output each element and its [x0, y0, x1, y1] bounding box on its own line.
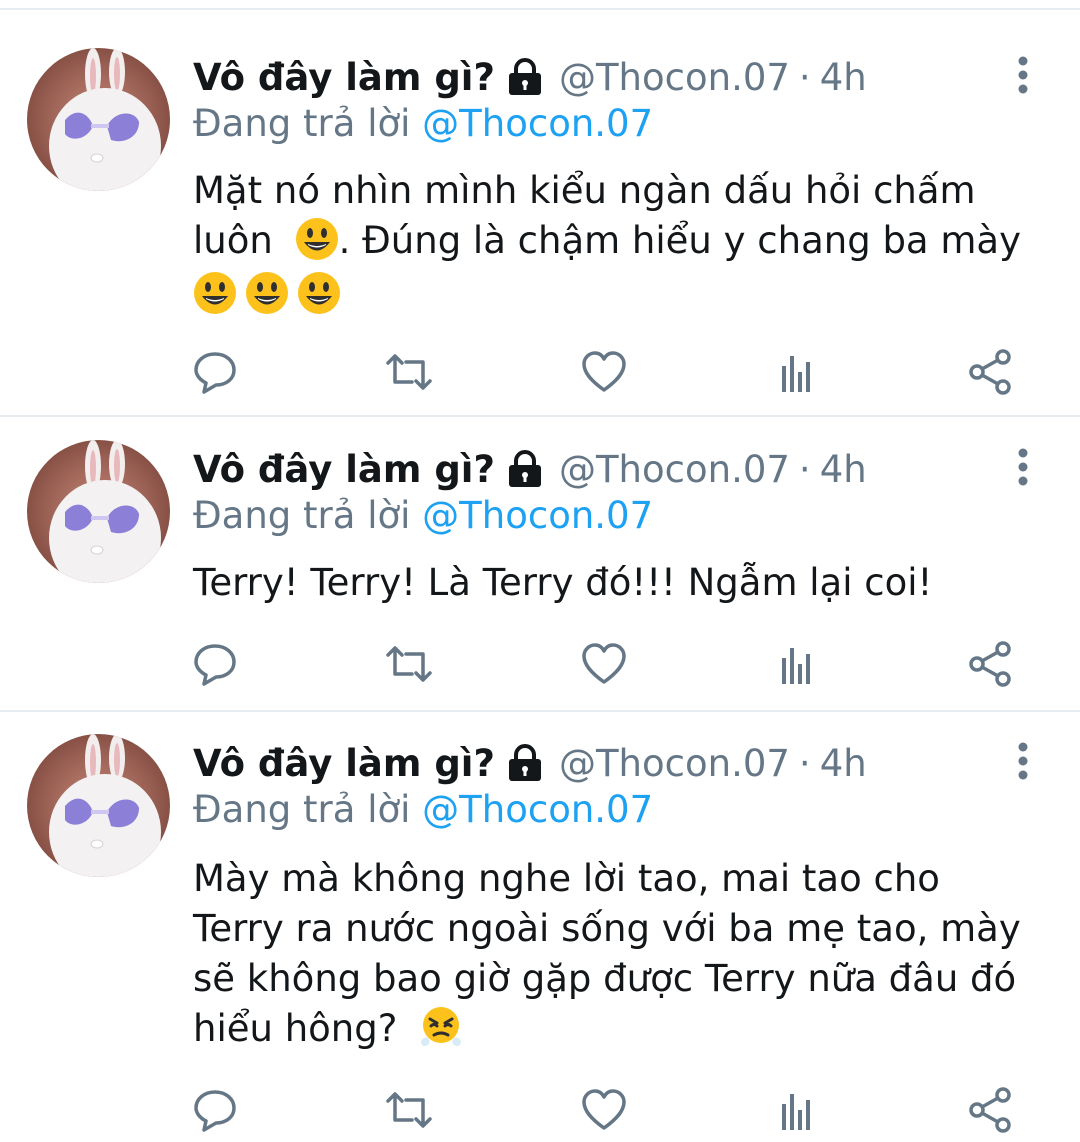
- like-heart-icon[interactable]: [580, 1086, 628, 1134]
- separator: ·: [798, 447, 811, 491]
- lock-icon: [505, 449, 545, 489]
- like-heart-icon[interactable]: [580, 640, 628, 688]
- separator: ·: [798, 741, 811, 785]
- replying-to-handle[interactable]: @Thocon.07: [422, 788, 653, 831]
- tweet-text: Mày mà không nghe lời tao, mai tao cho T…: [193, 854, 1053, 1054]
- share-icon[interactable]: [967, 348, 1015, 396]
- reply-icon[interactable]: [191, 1086, 239, 1134]
- reply-icon[interactable]: [191, 348, 239, 396]
- replying-to: Đang trả lời @Thocon.07: [193, 788, 653, 831]
- emoji-row: [193, 266, 1053, 320]
- analytics-icon[interactable]: [773, 348, 821, 396]
- replying-to-handle[interactable]: @Thocon.07: [422, 102, 653, 145]
- replying-to-label: Đang trả lời: [193, 494, 411, 537]
- analytics-icon[interactable]: [773, 1086, 821, 1134]
- tweet-text-line: luôn . Đúng là chậm hiểu y chang ba mày: [193, 216, 1053, 266]
- timestamp[interactable]: 4h: [820, 56, 867, 99]
- tweet-text-line: Terry! Terry! Là Terry đó!!! Ngẫm lại co…: [193, 561, 933, 604]
- reply-icon[interactable]: [191, 640, 239, 688]
- tweet-text-fragment: luôn: [193, 219, 273, 262]
- tweet-header: Vô đây làm gì? @Thocon.07 · 4h: [193, 738, 867, 788]
- share-icon[interactable]: [967, 640, 1015, 688]
- retweet-icon[interactable]: [385, 348, 433, 396]
- retweet-icon[interactable]: [385, 1086, 433, 1134]
- handle[interactable]: @Thocon.07: [559, 742, 790, 785]
- smiling-face-emoji: [193, 271, 237, 315]
- tweet-header: Vô đây làm gì? @Thocon.07 · 4h: [193, 444, 867, 494]
- analytics-icon[interactable]: [773, 640, 821, 688]
- lock-icon: [505, 57, 545, 97]
- display-name[interactable]: Vô đây làm gì?: [193, 56, 495, 99]
- display-name[interactable]: Vô đây làm gì?: [193, 448, 495, 491]
- tweet-text-fragment: hiểu hông?: [193, 1007, 398, 1050]
- smiling-face-emoji: [297, 271, 341, 315]
- lock-icon: [505, 743, 545, 783]
- tweet-text-line: Mặt nó nhìn mình kiểu ngàn dấu hỏi chấm: [193, 169, 976, 212]
- replying-to-label: Đang trả lời: [193, 788, 411, 831]
- retweet-icon[interactable]: [385, 640, 433, 688]
- avatar[interactable]: [27, 440, 170, 583]
- tweet-text-line: Terry ra nước ngoài sống với ba mẹ tao, …: [193, 907, 1021, 950]
- tweet-text-line: hiểu hông?: [193, 1004, 1053, 1054]
- more-options-icon[interactable]: [1003, 446, 1043, 490]
- tweet-header: Vô đây làm gì? @Thocon.07 · 4h: [193, 52, 867, 102]
- timestamp[interactable]: 4h: [820, 448, 867, 491]
- tweet-divider: [0, 415, 1080, 417]
- tweet[interactable]: Vô đây làm gì? @Thocon.07 · 4h Đang trả …: [0, 712, 1080, 1142]
- more-options-icon[interactable]: [1003, 740, 1043, 784]
- handle[interactable]: @Thocon.07: [559, 448, 790, 491]
- replying-to: Đang trả lời @Thocon.07: [193, 102, 653, 145]
- like-heart-icon[interactable]: [580, 348, 628, 396]
- tweet-actions: [0, 348, 1080, 398]
- replying-to-label: Đang trả lời: [193, 102, 411, 145]
- tweet-actions: [0, 640, 1080, 690]
- separator: ·: [798, 55, 811, 99]
- tweet[interactable]: Vô đây làm gì? @Thocon.07 · 4h Đang trả …: [0, 10, 1080, 416]
- tweet-text-fragment: . Đúng là chậm hiểu y chang ba mày: [338, 219, 1021, 262]
- tweet-text-line: sẽ không bao giờ gặp được Terry nữa đâu …: [193, 957, 1017, 1000]
- avatar[interactable]: [27, 48, 170, 191]
- timeline: Vô đây làm gì? @Thocon.07 · 4h Đang trả …: [0, 0, 1080, 1142]
- smiling-face-emoji: [245, 271, 289, 315]
- share-icon[interactable]: [967, 1086, 1015, 1134]
- replying-to: Đang trả lời @Thocon.07: [193, 494, 653, 537]
- tweet-text: Terry! Terry! Là Terry đó!!! Ngẫm lại co…: [193, 558, 1053, 608]
- handle[interactable]: @Thocon.07: [559, 56, 790, 99]
- tweet-text-line: Mày mà không nghe lời tao, mai tao cho: [193, 857, 940, 900]
- replying-to-handle[interactable]: @Thocon.07: [422, 494, 653, 537]
- smiling-face-emoji: [295, 217, 339, 261]
- tweet-actions: [0, 1086, 1080, 1136]
- steam-from-nose-emoji: [419, 1005, 463, 1049]
- display-name[interactable]: Vô đây làm gì?: [193, 742, 495, 785]
- more-options-icon[interactable]: [1003, 54, 1043, 98]
- tweet-text: Mặt nó nhìn mình kiểu ngàn dấu hỏi chấm …: [193, 166, 1053, 320]
- timestamp[interactable]: 4h: [820, 742, 867, 785]
- avatar[interactable]: [27, 734, 170, 877]
- tweet[interactable]: Vô đây làm gì? @Thocon.07 · 4h Đang trả …: [0, 418, 1080, 710]
